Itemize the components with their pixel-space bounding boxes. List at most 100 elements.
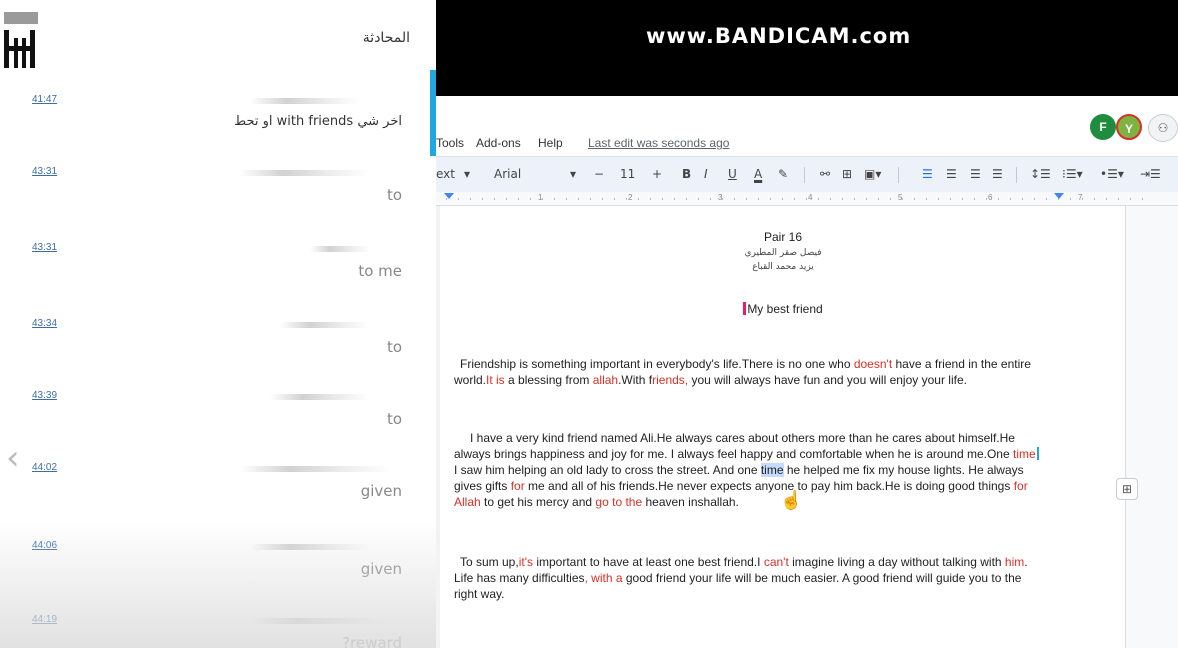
doc-heading: My best friend — [440, 302, 1126, 316]
paragraph: To sum up,it's important to have at leas… — [454, 555, 1028, 601]
message-redacted-text — [310, 246, 370, 252]
chat-message[interactable]: 41:47 او تحط with friends اخر شي — [0, 86, 430, 156]
recorder-overlay-bar: www.BANDICAM.com — [436, 0, 1178, 96]
message-text: to — [386, 338, 402, 356]
ruler-number: 7 — [1078, 193, 1083, 202]
chevron-left-icon[interactable]: ‹ — [6, 438, 20, 478]
avatar-letter: F — [1099, 120, 1107, 134]
chevron-down-icon[interactable]: ▾ — [570, 167, 576, 181]
message-redacted-text — [240, 170, 370, 176]
decrease-font-size-button[interactable]: − — [594, 167, 604, 181]
avatar-letter: Y — [1124, 122, 1133, 136]
font-dropdown[interactable]: Arial — [494, 167, 521, 181]
chat-message[interactable]: 43:31 to me — [0, 234, 430, 304]
right-side-panel — [1126, 206, 1178, 648]
avatar[interactable]: F — [1090, 114, 1116, 140]
message-timestamp[interactable]: 41:47 — [32, 94, 57, 105]
message-timestamp[interactable]: 44:19 — [32, 614, 57, 625]
chat-message[interactable]: 43:39 to — [0, 382, 430, 452]
avatar[interactable]: Y — [1116, 114, 1142, 140]
message-text: to — [386, 410, 402, 428]
message-redacted-text — [240, 466, 390, 472]
ruler-number: 2 — [628, 193, 633, 202]
message-text: given — [360, 560, 402, 578]
message-redacted-text — [250, 98, 360, 104]
ruler-number: 3 — [718, 193, 723, 202]
message-text: ?reward — [342, 634, 402, 648]
bandicam-logo — [0, 24, 46, 72]
message-timestamp[interactable]: 43:31 — [32, 242, 57, 253]
left-indent-marker[interactable] — [444, 193, 454, 199]
ruler-number: 1 — [538, 193, 543, 202]
doc-title: Pair 16 — [763, 230, 803, 244]
line-spacing-icon[interactable]: ↕☰ — [1030, 167, 1051, 181]
last-edit-link[interactable]: Last edit was seconds ago — [588, 136, 729, 150]
message-redacted-text — [250, 618, 390, 624]
align-left-icon[interactable]: ☰ — [922, 167, 933, 181]
add-comment-button[interactable]: ⊞ — [1116, 478, 1138, 500]
menu-addons[interactable]: Add-ons — [476, 136, 521, 150]
chat-message[interactable]: 44:02 given — [0, 454, 430, 524]
paragraph: I have a very kind friend named Ali.He a… — [454, 430, 1044, 510]
docs-menubar: Tools Add-ons Help Last edit was seconds… — [436, 96, 1178, 156]
style-dropdown[interactable]: ext — [436, 167, 455, 181]
doc-author: فيصل صقر المطيري — [744, 248, 822, 258]
message-timestamp[interactable]: 43:34 — [32, 318, 57, 329]
hand-pointer-icon: ☝ — [780, 490, 803, 510]
message-timestamp[interactable]: 44:02 — [32, 462, 57, 473]
chat-message[interactable]: 43:34 to — [0, 310, 430, 380]
message-timestamp[interactable]: 44:06 — [32, 540, 57, 551]
document-canvas[interactable]: Pair 16 فيصل صقر المطيري يزيد محمد القبا… — [436, 206, 1178, 648]
increase-font-size-button[interactable]: + — [652, 167, 662, 181]
ruler-number: 4 — [808, 193, 813, 202]
chat-title: المحادثة — [362, 30, 410, 46]
comment-icon: ⊞ — [1121, 482, 1133, 496]
chevron-down-icon[interactable]: ▾ — [464, 167, 470, 181]
numbered-list-icon[interactable]: ⁝☰▾ — [1062, 167, 1083, 181]
chat-message-list[interactable]: 41:47 او تحط with friends اخر شي 43:31 t… — [0, 86, 430, 648]
add-comment-icon[interactable]: ⊞ — [842, 167, 852, 181]
align-center-icon[interactable]: ☰ — [946, 167, 957, 181]
collaborator-cursor — [1036, 447, 1039, 460]
formatting-toolbar: ext ▾ Arial ▾ − 11 + B I U A ✎ ⚯ ⊞ ▣▾ ☰ … — [436, 156, 1178, 192]
align-right-icon[interactable]: ☰ — [970, 167, 981, 181]
document-page[interactable]: Pair 16 فيصل صقر المطيري يزيد محمد القبا… — [440, 206, 1126, 648]
justify-icon[interactable]: ☰ — [992, 167, 1003, 181]
paragraph: Friendship is something important in eve… — [454, 357, 1031, 387]
ruler-number: 5 — [898, 193, 903, 202]
message-timestamp[interactable]: 43:31 — [32, 166, 57, 177]
bandicam-watermark: www.BANDICAM.com — [646, 24, 912, 48]
message-redacted-text — [270, 394, 370, 400]
underline-button[interactable]: U — [728, 167, 737, 181]
menu-tools[interactable]: Tools — [436, 136, 464, 150]
share-button[interactable]: ⚇ — [1148, 114, 1178, 142]
bold-button[interactable]: B — [682, 167, 691, 181]
link-icon[interactable]: ⚯ — [820, 167, 830, 181]
screen: المحادثة ← 41:47 او تحط with friends اخر… — [0, 0, 1178, 648]
chat-message[interactable]: 44:19 ?reward — [0, 606, 430, 648]
message-text: او تحط with friends اخر شي — [234, 114, 402, 129]
people-icon: ⚇ — [1157, 121, 1169, 135]
indent-icon[interactable]: ⇥☰ — [1140, 167, 1161, 181]
ruler[interactable]: 1 2 3 4 5 6 7 — [436, 192, 1178, 206]
message-text: given — [360, 482, 402, 500]
text-color-button[interactable]: A — [754, 167, 762, 181]
ruler-number: 6 — [988, 193, 993, 202]
italic-button[interactable]: I — [704, 167, 708, 181]
chat-panel: المحادثة ← 41:47 او تحط with friends اخر… — [0, 0, 436, 648]
right-indent-marker[interactable] — [1054, 193, 1064, 199]
menu-help[interactable]: Help — [538, 136, 563, 150]
font-size-input[interactable]: 11 — [620, 167, 635, 181]
message-redacted-text — [250, 544, 370, 550]
bulleted-list-icon[interactable]: •☰▾ — [1100, 167, 1124, 181]
chat-message[interactable]: 43:31 to — [0, 158, 430, 228]
chat-header: المحادثة — [0, 0, 436, 78]
collaborator-cursor — [743, 302, 747, 315]
doc-author: يزيد محمد القباع — [752, 262, 814, 272]
message-redacted-text — [280, 322, 370, 328]
image-icon[interactable]: ▣▾ — [864, 167, 881, 181]
message-text: to — [386, 186, 402, 204]
message-timestamp[interactable]: 43:39 — [32, 390, 57, 401]
highlight-icon[interactable]: ✎ — [778, 167, 788, 181]
chat-message[interactable]: 44:06 given — [0, 532, 430, 602]
